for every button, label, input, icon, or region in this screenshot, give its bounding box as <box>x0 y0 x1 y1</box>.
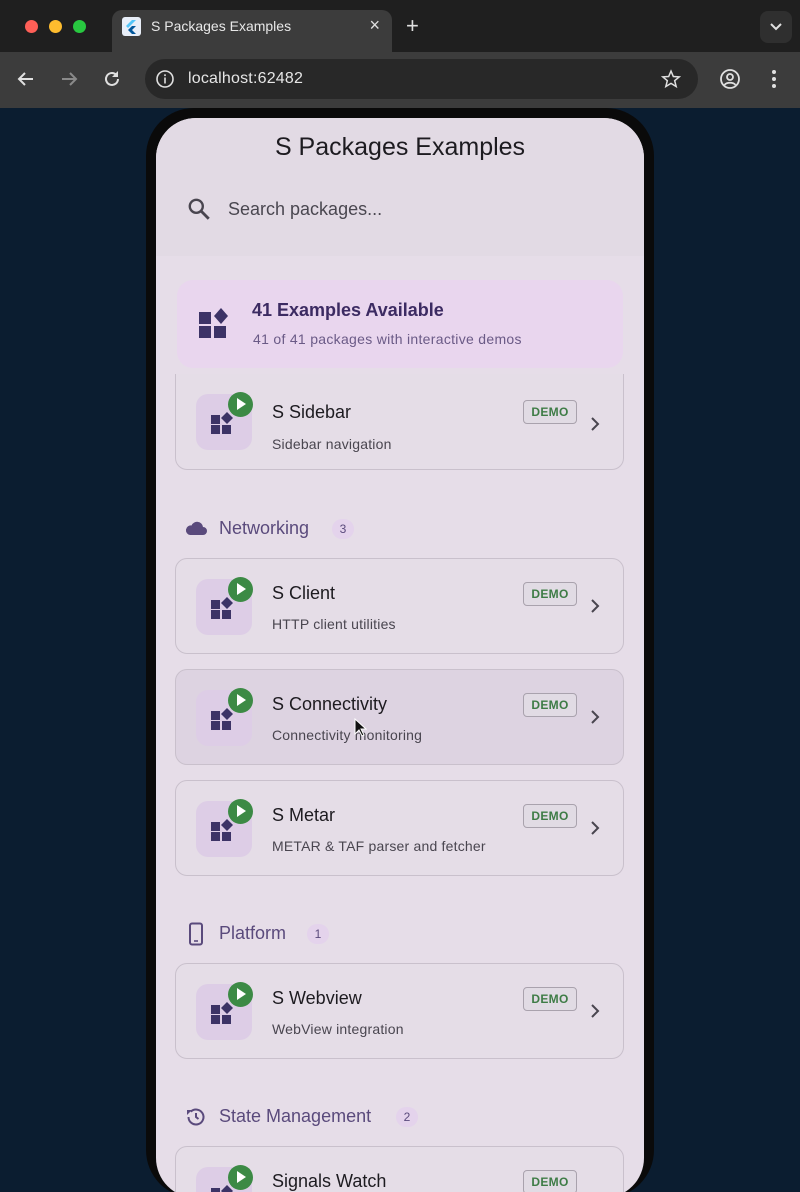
browser-tab-bar: S Packages Examples × + <box>0 0 800 52</box>
browser-tab[interactable]: S Packages Examples × <box>112 10 392 52</box>
mouse-cursor-icon <box>354 718 368 737</box>
package-title: S Sidebar <box>272 402 352 422</box>
demo-badge: DEMO <box>523 1170 577 1192</box>
tab-close-icon[interactable]: × <box>369 15 380 35</box>
play-badge-icon <box>228 688 253 713</box>
package-card-s-connectivity[interactable]: S Connectivity Connectivity monitoring D… <box>175 669 624 765</box>
search-icon <box>188 198 210 220</box>
package-icon-box <box>196 982 253 1040</box>
close-window-button[interactable] <box>25 20 38 33</box>
play-badge-icon <box>228 982 253 1007</box>
section-label: Platform <box>219 923 287 943</box>
package-description: METAR & TAF parser and fetcher <box>272 838 486 854</box>
forward-arrow-icon[interactable] <box>57 67 81 91</box>
chevron-right-icon <box>591 821 600 835</box>
demo-badge: DEMO <box>523 582 577 606</box>
search-bar[interactable] <box>176 186 624 232</box>
minimize-window-button[interactable] <box>49 20 62 33</box>
demo-badge: DEMO <box>523 693 577 717</box>
bookmark-star-icon[interactable] <box>661 69 681 89</box>
package-card-s-metar[interactable]: S Metar METAR & TAF parser and fetcher D… <box>175 780 624 876</box>
package-title: Signals Watch <box>272 1171 387 1191</box>
reload-icon[interactable] <box>100 67 124 91</box>
play-badge-icon <box>228 1165 253 1190</box>
section-count-badge: 1 <box>307 924 329 944</box>
history-icon <box>187 1108 205 1126</box>
chevron-right-icon <box>591 417 600 431</box>
package-icon-box <box>196 577 253 635</box>
package-icon-box <box>196 392 253 450</box>
examples-summary-banner: 41 Examples Available 41 of 41 packages … <box>177 280 623 368</box>
cloud-icon <box>185 521 207 535</box>
section-count-badge: 3 <box>332 519 354 539</box>
package-description: WebView integration <box>272 1021 404 1037</box>
package-icon-box <box>196 1165 253 1192</box>
section-label: State Management <box>219 1106 372 1126</box>
url-text[interactable]: localhost:62482 <box>188 70 303 88</box>
search-input[interactable] <box>228 194 598 224</box>
demo-badge: DEMO <box>523 804 577 828</box>
app-header: S Packages Examples <box>156 118 644 256</box>
more-menu-icon[interactable] <box>762 67 786 91</box>
section-label: Networking <box>219 518 310 538</box>
browser-toolbar: localhost:62482 <box>0 52 800 108</box>
flutter-favicon-icon <box>122 17 141 36</box>
widgets-icon <box>211 597 233 619</box>
package-card-s-webview[interactable]: S Webview WebView integration DEMO <box>175 963 624 1059</box>
package-description: HTTP client utilities <box>272 616 396 632</box>
tab-search-button[interactable] <box>760 11 792 43</box>
chevron-right-icon <box>591 599 600 613</box>
widgets-icon <box>199 308 228 338</box>
package-title: S Metar <box>272 805 336 825</box>
package-description: Connectivity monitoring <box>272 727 423 743</box>
back-arrow-icon[interactable] <box>14 67 38 91</box>
chevron-right-icon <box>591 1004 600 1018</box>
tab-title: S Packages Examples <box>151 18 292 34</box>
package-icon-box <box>196 799 253 857</box>
play-badge-icon <box>228 577 253 602</box>
package-card-s-client[interactable]: S Client HTTP client utilities DEMO <box>175 558 624 654</box>
widgets-icon <box>211 819 233 841</box>
page-title: S Packages Examples <box>274 133 526 161</box>
widgets-icon <box>211 412 233 434</box>
new-tab-button[interactable]: + <box>406 14 419 38</box>
examples-count-subtitle: 41 of 41 packages with interactive demos <box>253 331 522 347</box>
package-title: S Connectivity <box>272 694 388 714</box>
site-info-icon[interactable] <box>155 69 175 89</box>
demo-badge: DEMO <box>523 987 577 1011</box>
play-badge-icon <box>228 392 253 417</box>
section-count-badge: 2 <box>396 1107 418 1127</box>
maximize-window-button[interactable] <box>73 20 86 33</box>
package-title: S Client <box>272 583 336 603</box>
demo-badge: DEMO <box>523 400 577 424</box>
address-bar[interactable]: localhost:62482 <box>145 59 698 99</box>
phone-icon <box>189 922 203 946</box>
package-card-s-sidebar[interactable]: S Sidebar Sidebar navigation DEMO <box>175 374 624 470</box>
profile-icon[interactable] <box>718 67 742 91</box>
widgets-icon <box>211 708 233 730</box>
package-icon-box <box>196 688 253 746</box>
chevron-right-icon <box>591 710 600 724</box>
package-card-signals-watch[interactable]: Signals Watch DEMO <box>175 1146 624 1192</box>
package-title: S Webview <box>272 988 362 1008</box>
chevron-down-icon <box>770 23 782 31</box>
app-screen: S Packages Examples 41 Examples Availabl… <box>156 118 644 1192</box>
widgets-icon <box>211 1002 233 1024</box>
examples-count-title: 41 Examples Available <box>252 300 444 320</box>
play-badge-icon <box>228 799 253 824</box>
package-description: Sidebar navigation <box>272 436 392 452</box>
